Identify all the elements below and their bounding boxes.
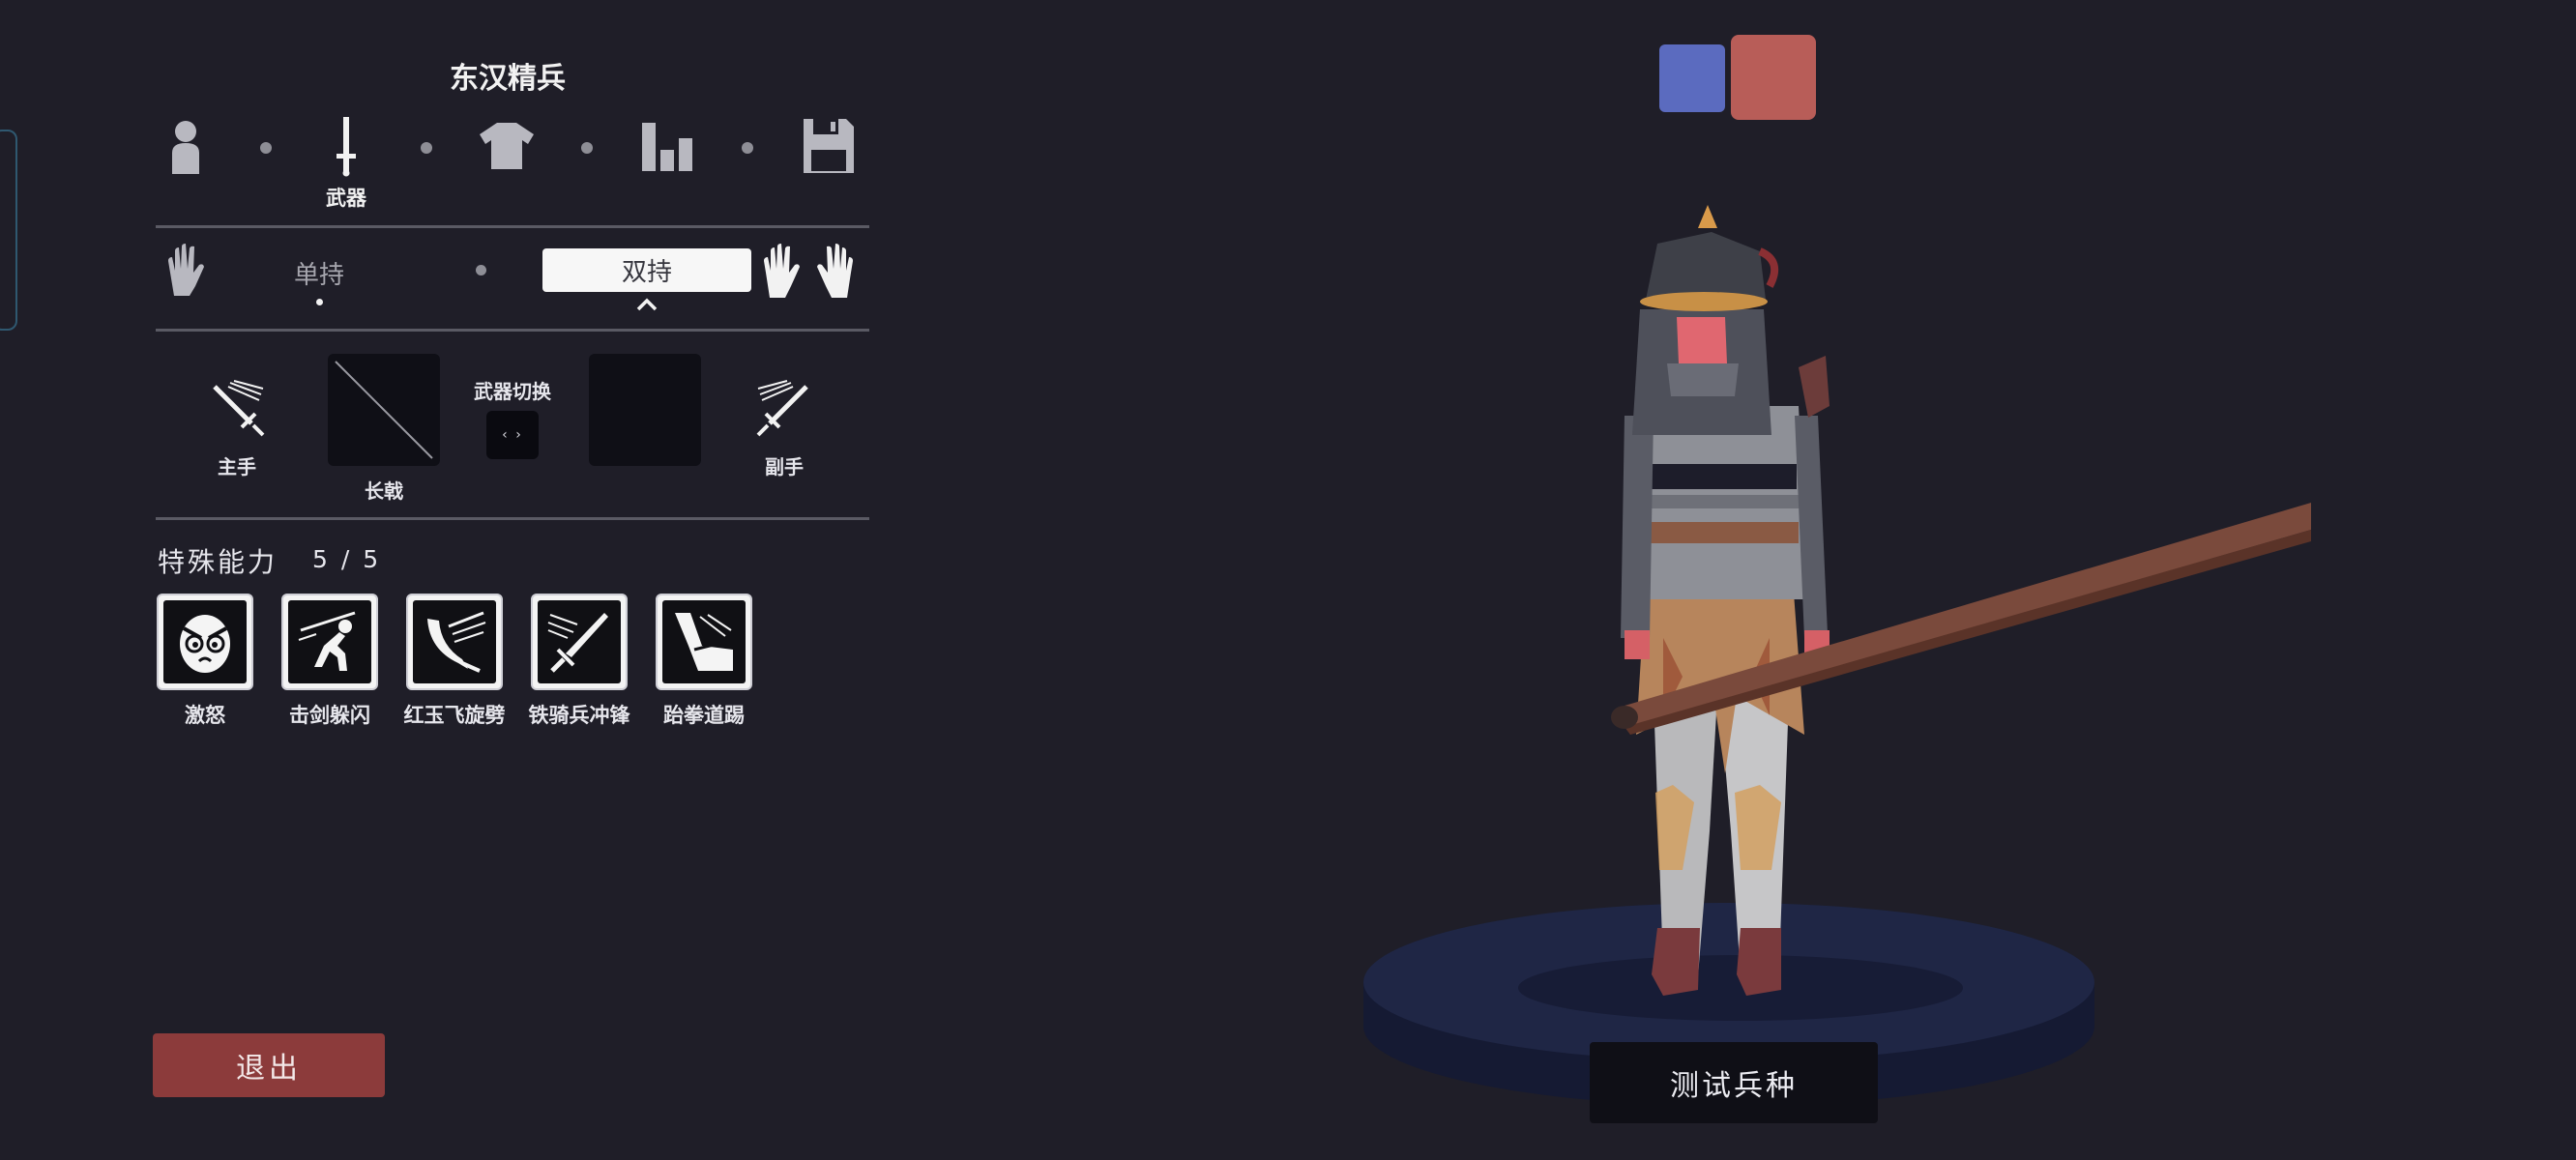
one-hand-option[interactable]: 单持 <box>280 255 358 291</box>
save-icon[interactable] <box>801 116 857 176</box>
selected-caret-icon <box>636 297 658 315</box>
shirt-icon[interactable] <box>478 120 536 172</box>
unit-title: 东汉精兵 <box>450 62 566 96</box>
nav-separator-dot <box>742 142 753 154</box>
ability-label: 击剑躲闪 <box>289 704 370 727</box>
two-hands-icon <box>760 244 857 304</box>
ability-card[interactable] <box>281 594 378 690</box>
tab-weapons-label: 武器 <box>326 187 366 210</box>
hold-separator-dot <box>476 265 486 276</box>
team-blue-swatch[interactable] <box>1659 44 1725 112</box>
one-hand-indicator-dot <box>316 299 323 305</box>
ability-label: 跆拳道踢 <box>663 704 745 727</box>
weapon-swap-button[interactable]: ‹ › <box>486 411 539 459</box>
main-hand-label: 主手 <box>218 455 256 478</box>
one-hand-icon <box>164 244 207 302</box>
ability-card[interactable] <box>656 594 752 690</box>
off-hand-sword-icon[interactable] <box>754 379 814 443</box>
weapon-swap-label: 武器切换 <box>474 380 551 403</box>
main-weapon-slot[interactable] <box>328 354 440 466</box>
main-hand-sword-icon[interactable] <box>207 379 267 443</box>
charge-sword-icon <box>538 600 621 683</box>
exit-button[interactable]: 退出 <box>153 1033 385 1097</box>
nav-separator-dot <box>581 142 593 154</box>
abilities-title: 特殊能力 <box>158 546 278 578</box>
nav-separator-dot <box>260 142 272 154</box>
side-panel-tab[interactable] <box>0 130 17 331</box>
sword-icon[interactable] <box>327 114 366 178</box>
main-weapon-name: 长戟 <box>365 479 403 503</box>
divider <box>156 225 869 228</box>
unit-icon[interactable] <box>164 116 207 176</box>
angry-face-icon <box>163 600 247 683</box>
nav-separator-dot <box>421 142 432 154</box>
unit-preview-scene[interactable] <box>1334 193 2340 1141</box>
ability-card[interactable] <box>406 594 503 690</box>
abilities-count: 5 / 5 <box>312 545 382 573</box>
dodge-icon <box>288 600 371 683</box>
stats-icon[interactable] <box>640 120 694 172</box>
ability-label: 红玉飞旋劈 <box>403 704 506 727</box>
off-hand-weapon-slot[interactable] <box>589 354 701 466</box>
test-unit-button[interactable]: 测试兵种 <box>1590 1042 1878 1123</box>
team-red-swatch[interactable] <box>1731 35 1816 120</box>
ability-label: 铁骑兵冲锋 <box>528 704 630 727</box>
ability-card[interactable] <box>531 594 628 690</box>
off-hand-label: 副手 <box>765 455 804 478</box>
ability-card[interactable] <box>157 594 253 690</box>
two-hand-option[interactable]: 双持 <box>542 248 751 292</box>
divider <box>156 517 869 520</box>
spin-slash-icon <box>413 600 496 683</box>
divider <box>156 329 869 332</box>
kick-icon <box>662 600 746 683</box>
ability-label: 激怒 <box>185 704 225 727</box>
